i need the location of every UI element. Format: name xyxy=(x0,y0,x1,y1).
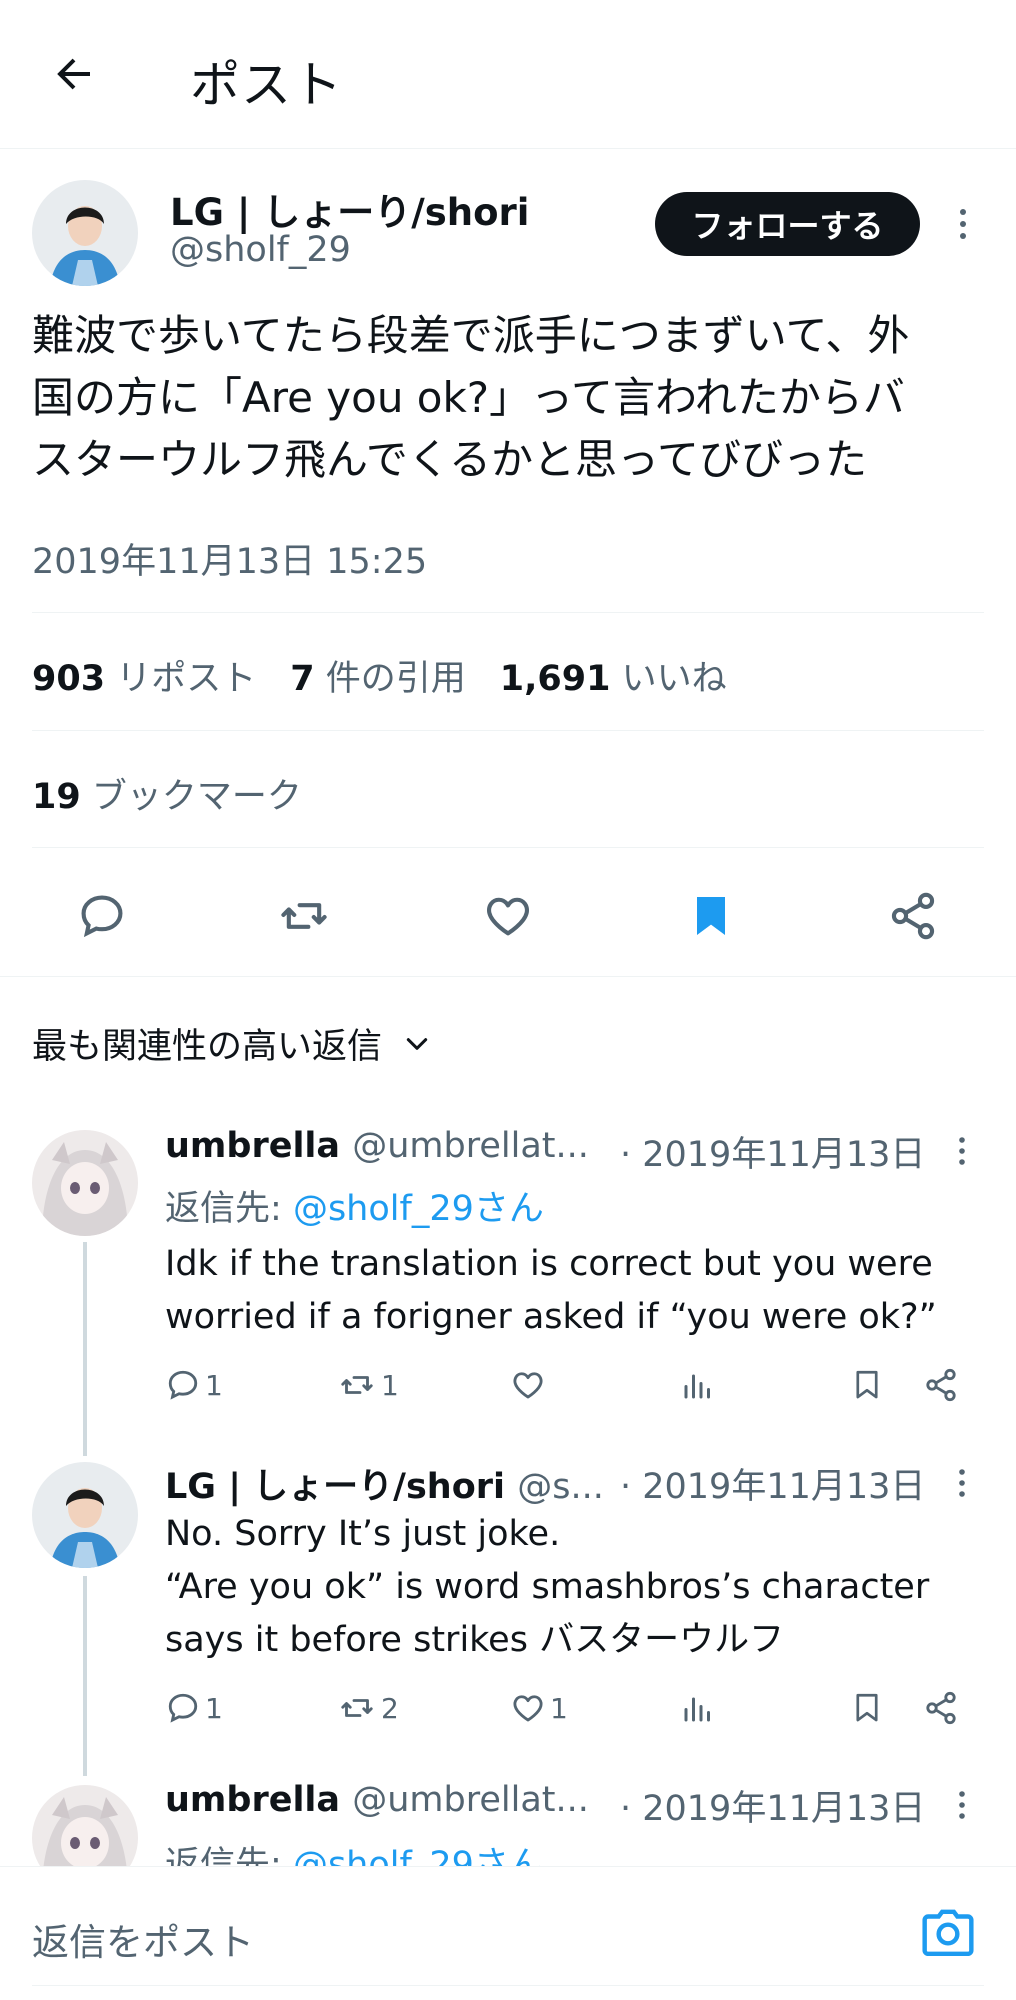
reply-handle[interactable]: @umbrellat... xyxy=(352,1780,589,1820)
divider xyxy=(32,847,984,848)
thread-line xyxy=(83,1242,87,1456)
views-icon[interactable] xyxy=(680,1683,716,1733)
header-divider xyxy=(0,148,1016,149)
reply-avatar[interactable] xyxy=(32,1130,138,1236)
reply-count: 1 xyxy=(205,1691,223,1725)
reply-sort-selector[interactable]: 最も関連性の高い返信 xyxy=(32,1018,430,1069)
chevron-down-icon xyxy=(404,1031,430,1057)
reply-button[interactable]: 1 xyxy=(165,1683,223,1733)
back-arrow-icon[interactable] xyxy=(42,42,106,106)
like-icon[interactable] xyxy=(478,886,538,946)
repost-icon[interactable] xyxy=(274,886,334,946)
like-count: 1 xyxy=(550,1691,568,1725)
reply-text: Idk if the translation is correct but yo… xyxy=(165,1244,937,1337)
reply-time[interactable]: · 2019年11月13日 xyxy=(620,1126,925,1177)
share-icon[interactable] xyxy=(883,886,943,946)
author-avatar[interactable] xyxy=(32,180,138,286)
bookmark-icon[interactable] xyxy=(681,886,741,946)
bookmark-count: 19 ブックマーク xyxy=(32,777,302,817)
author-handle[interactable]: @sholf_29 xyxy=(170,230,351,270)
reply-count: 1 xyxy=(205,1368,223,1402)
post-action-bar xyxy=(0,868,1016,958)
like-count[interactable]: 1,691 いいね xyxy=(500,650,727,701)
more-options-icon[interactable] xyxy=(950,1465,974,1501)
replying-to-handle[interactable]: @sholf_29さん xyxy=(293,1189,544,1229)
reply-author[interactable]: LG | しょーり/shori @s... xyxy=(165,1458,604,1509)
reply-avatar[interactable] xyxy=(32,1462,138,1568)
reply-input[interactable]: 返信をポスト xyxy=(32,1912,254,1966)
repost-count: 2 xyxy=(381,1691,399,1725)
reply-action-bar: 1 2 1 xyxy=(165,1683,985,1733)
reply-time[interactable]: · 2019年11月13日 xyxy=(620,1458,925,1509)
reply-handle[interactable]: @s... xyxy=(517,1467,604,1507)
post-text-line: 国の方に「Are you ok?」って言われたからバ xyxy=(32,373,905,422)
like-button[interactable]: 1 xyxy=(510,1683,568,1733)
top-bar: ポスト xyxy=(0,0,1016,150)
post-text-line: 難波で歩いてたら段差で派手につまずいて、外 xyxy=(32,311,910,360)
more-options-icon[interactable] xyxy=(950,1133,974,1169)
post-timestamp[interactable]: 2019年11月13日 15:25 xyxy=(32,533,427,584)
bookmark-icon[interactable] xyxy=(850,1683,884,1733)
post-stats: 903 リポスト 7 件の引用 1,691 いいね xyxy=(32,650,727,701)
more-options-icon[interactable] xyxy=(948,204,978,244)
reply-time[interactable]: · 2019年11月13日 xyxy=(620,1780,925,1831)
share-icon[interactable] xyxy=(923,1360,959,1410)
author-name[interactable]: LG | しょーり/shori xyxy=(170,182,529,236)
reply-icon[interactable] xyxy=(72,886,132,946)
reply-handle[interactable]: @umbrellat... xyxy=(352,1126,589,1166)
repost-count: 1 xyxy=(381,1368,399,1402)
camera-icon[interactable] xyxy=(920,1908,976,1960)
post-text-line: スターウルフ飛んでくるかと思ってびびった xyxy=(32,435,867,484)
quote-count[interactable]: 7 件の引用 xyxy=(290,650,466,701)
divider xyxy=(32,612,984,613)
share-icon[interactable] xyxy=(923,1683,959,1733)
divider xyxy=(0,1866,1016,1867)
replying-to: 返信先: @sholf_29さん xyxy=(165,1189,544,1229)
divider xyxy=(32,730,984,731)
views-icon[interactable] xyxy=(680,1360,716,1410)
sort-label: 最も関連性の高い返信 xyxy=(32,1027,383,1067)
repost-count[interactable]: 903 リポスト xyxy=(32,650,256,701)
reply-author[interactable]: umbrella @umbrellat... xyxy=(165,1126,589,1166)
reply-button[interactable]: 1 xyxy=(165,1360,223,1410)
bookmark-icon[interactable] xyxy=(850,1360,884,1410)
reply-text: No. Sorry It’s just joke. “Are you ok” i… xyxy=(165,1514,930,1660)
divider xyxy=(32,1985,984,1986)
repost-button[interactable]: 1 xyxy=(337,1360,399,1410)
repost-button[interactable]: 2 xyxy=(337,1683,399,1733)
more-options-icon[interactable] xyxy=(950,1787,974,1823)
page-title: ポスト xyxy=(190,56,343,114)
like-button[interactable] xyxy=(510,1360,550,1410)
post-text: 難波で歩いてたら段差で派手につまずいて、外 国の方に「Are you ok?」っ… xyxy=(32,305,992,491)
thread-line xyxy=(83,1576,87,1776)
divider xyxy=(0,976,1016,977)
follow-button[interactable]: フォローする xyxy=(655,192,920,256)
reply-author[interactable]: umbrella @umbrellat... xyxy=(165,1780,589,1820)
reply-action-bar: 1 1 xyxy=(165,1360,985,1410)
